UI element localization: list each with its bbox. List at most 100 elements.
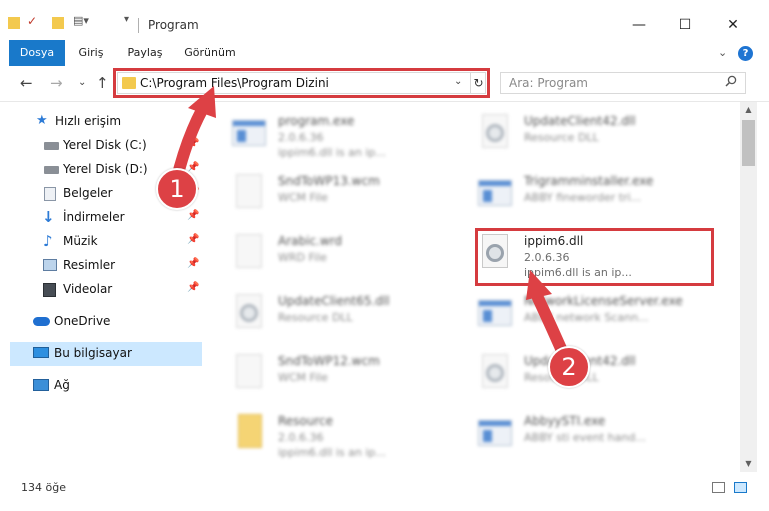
sidebar-item-label: Ağ: [54, 378, 70, 392]
details-view-icon[interactable]: [712, 482, 725, 493]
sidebar-item-music[interactable]: ♪ Müzik 📌: [0, 230, 205, 254]
file-name: program.exe: [278, 114, 355, 128]
properties-icon[interactable]: ✓: [27, 14, 37, 28]
file-item[interactable]: AbbyySTI.exe ABBY sti event hand...: [478, 410, 718, 466]
sidebar-item-label: Videolar: [63, 282, 113, 296]
status-bar: 134 öğe: [0, 474, 769, 511]
view-icon[interactable]: ▤▾: [73, 14, 89, 27]
tab-view[interactable]: Görünüm: [180, 40, 240, 66]
file-name: UpdateClient42.dll: [524, 114, 636, 128]
star-icon: ★: [36, 113, 48, 128]
forward-button[interactable]: →: [50, 74, 63, 92]
sidebar-item-label: Resimler: [63, 258, 116, 272]
file-item[interactable]: UpdateClient65.dll Resource DLL: [232, 290, 472, 346]
sidebar-item-label: Bu bilgisayar: [54, 346, 132, 360]
sidebar-item-label: OneDrive: [54, 314, 111, 328]
file-item[interactable]: NetworkLicenseServer.exe ABBY network Sc…: [478, 290, 718, 346]
sidebar-item-label: Belgeler: [63, 186, 113, 200]
cloud-icon: [33, 317, 50, 326]
tab-share[interactable]: Paylaş: [122, 40, 168, 66]
file-item[interactable]: SndToWP12.wcm WCM File: [232, 350, 472, 406]
sidebar-item-network[interactable]: Ağ: [0, 374, 205, 398]
file-name: Arabic.wrd: [278, 234, 343, 248]
music-icon: ♪: [43, 232, 53, 250]
documents-icon: [44, 187, 56, 201]
application-icon: [232, 114, 266, 156]
pin-icon[interactable]: 📌: [187, 234, 199, 245]
dll-icon: [478, 354, 512, 396]
address-path[interactable]: C:\Program Files\Program Dizini: [140, 76, 329, 90]
sidebar-item-label: İndirmeler: [63, 210, 125, 224]
title-separator: [138, 18, 139, 33]
ribbon: Dosya Giriş Paylaş Görünüm ⌄ ?: [0, 40, 769, 96]
tiles-view-icon[interactable]: [734, 482, 747, 493]
maximize-button[interactable]: ☐: [662, 10, 708, 40]
pin-icon[interactable]: 📌: [187, 282, 199, 293]
file-item[interactable]: Trigramminstaller.exe ABBY fineworder tr…: [478, 170, 718, 226]
file-type: WCM File: [278, 191, 328, 204]
vertical-scrollbar[interactable]: ▲ ▼: [740, 102, 757, 472]
sidebar-item-label: Hızlı erişim: [55, 114, 122, 128]
file-description: ABBY network Scann...: [524, 311, 649, 324]
file-description: ABBY fineworder tri...: [524, 191, 642, 204]
file-item[interactable]: UpdateClient42.dll Resource DLL: [478, 350, 718, 406]
application-icon: [478, 294, 512, 336]
pin-icon[interactable]: 📌: [187, 138, 199, 149]
sidebar-item-label: Yerel Disk (C:): [63, 138, 147, 152]
sidebar-item-pictures[interactable]: Resimler 📌: [0, 254, 205, 278]
search-input[interactable]: Ara: Program: [500, 72, 746, 94]
file-type: WRD File: [278, 251, 327, 264]
refresh-button[interactable]: ↻: [470, 73, 486, 93]
window-title: Program: [148, 18, 199, 32]
folder-icon: [122, 77, 136, 89]
sidebar-item-this-pc[interactable]: Bu bilgisayar: [10, 342, 202, 366]
network-icon: [33, 379, 49, 391]
scroll-thumb[interactable]: [742, 120, 755, 166]
up-button[interactable]: ↑: [96, 74, 109, 92]
address-bar[interactable]: C:\Program Files\Program Dizini ⌄ ↻: [117, 72, 486, 94]
file-version: 2.0.6.36: [278, 431, 324, 444]
sidebar-item-onedrive[interactable]: OneDrive: [0, 310, 205, 334]
computer-icon: [33, 347, 49, 358]
sidebar-item-videos[interactable]: Videolar 📌: [0, 278, 205, 302]
sidebar-item-label: Yerel Disk (D:): [63, 162, 148, 176]
file-item[interactable]: UpdateClient42.dll Resource DLL: [478, 110, 718, 166]
folder-icon[interactable]: [8, 17, 20, 29]
file-type: WCM File: [278, 371, 328, 384]
sidebar-item-quick-access[interactable]: ★ Hızlı erişim: [0, 110, 205, 134]
file-name: Resource: [278, 414, 334, 428]
pin-icon[interactable]: 📌: [187, 258, 199, 269]
file-description: ABBY sti event hand...: [524, 431, 646, 444]
file-list: program.exe 2.0.6.36 ippim6.dll is an ip…: [205, 102, 740, 472]
file-type: Resource DLL: [524, 131, 599, 144]
file-item[interactable]: SndToWP13.wcm WCM File: [232, 170, 472, 226]
drive-icon: [44, 166, 59, 174]
file-description: ippim6.dll is an ip...: [278, 446, 386, 459]
video-icon: [43, 283, 56, 297]
address-dropdown-icon[interactable]: ⌄: [454, 76, 462, 87]
minimize-button[interactable]: —: [616, 10, 662, 40]
help-icon[interactable]: ?: [738, 46, 753, 61]
scroll-up-icon[interactable]: ▲: [740, 102, 757, 118]
search-icon[interactable]: [725, 75, 737, 91]
file-item[interactable]: Resource 2.0.6.36 ippim6.dll is an ip...: [232, 410, 472, 466]
search-placeholder: Ara: Program: [509, 76, 588, 90]
file-item[interactable]: program.exe 2.0.6.36 ippim6.dll is an ip…: [232, 110, 472, 166]
file-name: UpdateClient65.dll: [278, 294, 390, 308]
close-button[interactable]: ✕: [710, 10, 756, 40]
dll-icon: [478, 114, 512, 156]
recent-locations-button[interactable]: ⌄: [78, 77, 86, 88]
tab-home[interactable]: Giriş: [72, 40, 110, 66]
customize-icon[interactable]: ▾: [124, 14, 129, 25]
new-folder-icon[interactable]: [52, 17, 64, 29]
item-count: 134 öğe: [21, 481, 66, 494]
title-bar: ✓ ▤▾ ▾ Program — ☐ ✕: [0, 0, 769, 40]
scroll-down-icon[interactable]: ▼: [740, 456, 757, 472]
pin-icon[interactable]: 📌: [187, 210, 199, 221]
file-item[interactable]: Arabic.wrd WRD File: [232, 230, 472, 286]
ribbon-collapse-icon[interactable]: ⌄: [718, 46, 727, 59]
file-name: SndToWP12.wcm: [278, 354, 380, 368]
back-button[interactable]: ←: [20, 74, 33, 92]
file-name: NetworkLicenseServer.exe: [524, 294, 683, 308]
sidebar-item-drive-c[interactable]: Yerel Disk (C:) 📌: [0, 134, 205, 158]
